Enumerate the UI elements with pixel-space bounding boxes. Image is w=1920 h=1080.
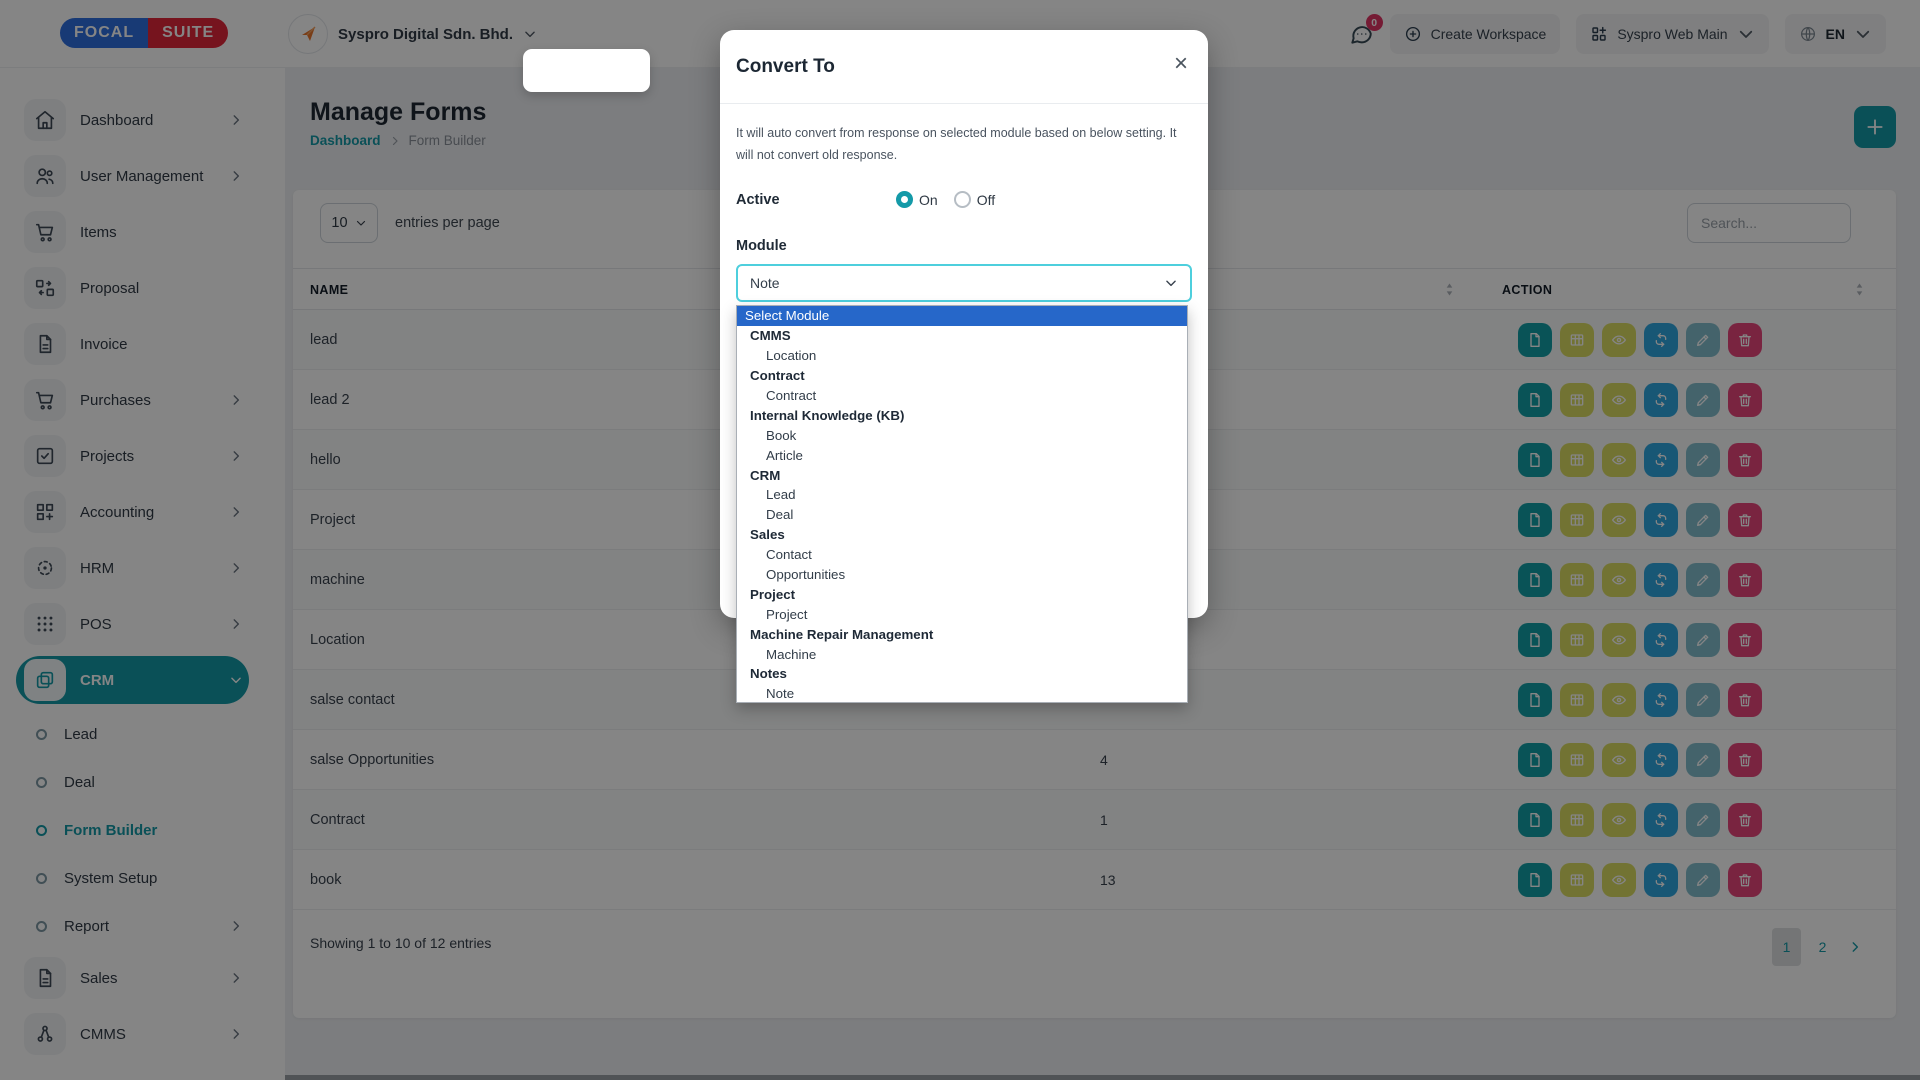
module-label: Module xyxy=(736,238,1192,254)
dropdown-option-article[interactable]: Article xyxy=(737,445,1187,465)
dropdown-option-book[interactable]: Book xyxy=(737,425,1187,445)
radio-option-on[interactable]: On xyxy=(896,191,938,208)
floating-panel xyxy=(523,49,650,92)
dropdown-option-deal[interactable]: Deal xyxy=(737,505,1187,525)
dropdown-option-notes[interactable]: Notes xyxy=(737,664,1187,684)
chevron-down-icon xyxy=(1164,276,1178,290)
dropdown-option-sales[interactable]: Sales xyxy=(737,525,1187,545)
modal-header: Convert To × xyxy=(720,30,1208,104)
app-page: FOCAL SUITE Syspro Digital Sdn. Bhd. 0 C… xyxy=(0,0,1920,1080)
active-label: Active xyxy=(736,192,896,208)
dropdown-option-machine-repair-management[interactable]: Machine Repair Management xyxy=(737,624,1187,644)
dropdown-option-project[interactable]: Project xyxy=(737,584,1187,604)
dropdown-option-location[interactable]: Location xyxy=(737,346,1187,366)
dropdown-option-machine[interactable]: Machine xyxy=(737,644,1187,664)
modal-body: It will auto convert from response on se… xyxy=(720,104,1208,302)
radio-off-icon[interactable] xyxy=(954,191,971,208)
dropdown-option-note[interactable]: Note xyxy=(737,684,1187,703)
dropdown-option-project[interactable]: Project xyxy=(737,604,1187,624)
radio-option-off[interactable]: Off xyxy=(954,191,995,208)
active-radio-group: On Off xyxy=(896,191,995,208)
modal-title: Convert To xyxy=(736,56,835,78)
modal-description: It will auto convert from response on se… xyxy=(736,122,1188,166)
module-select[interactable]: Note xyxy=(736,264,1192,302)
dropdown-option-internal-knowledge-kb[interactable]: Internal Knowledge (KB) xyxy=(737,405,1187,425)
dropdown-option-lead[interactable]: Lead xyxy=(737,485,1187,505)
radio-on-icon[interactable] xyxy=(896,191,913,208)
dropdown-option-cmms[interactable]: CMMS xyxy=(737,326,1187,346)
module-select-value: Note xyxy=(750,275,780,291)
dropdown-option-crm[interactable]: CRM xyxy=(737,465,1187,485)
module-dropdown-list: Select Module CMMS Location Contract Con… xyxy=(736,305,1188,703)
dropdown-option-contact[interactable]: Contact xyxy=(737,545,1187,565)
dropdown-option-contract[interactable]: Contract xyxy=(737,366,1187,386)
dropdown-option-contract[interactable]: Contract xyxy=(737,386,1187,406)
dropdown-option-select-module[interactable]: Select Module xyxy=(737,306,1187,326)
dropdown-option-opportunities[interactable]: Opportunities xyxy=(737,565,1187,585)
close-icon[interactable]: × xyxy=(1174,52,1188,76)
